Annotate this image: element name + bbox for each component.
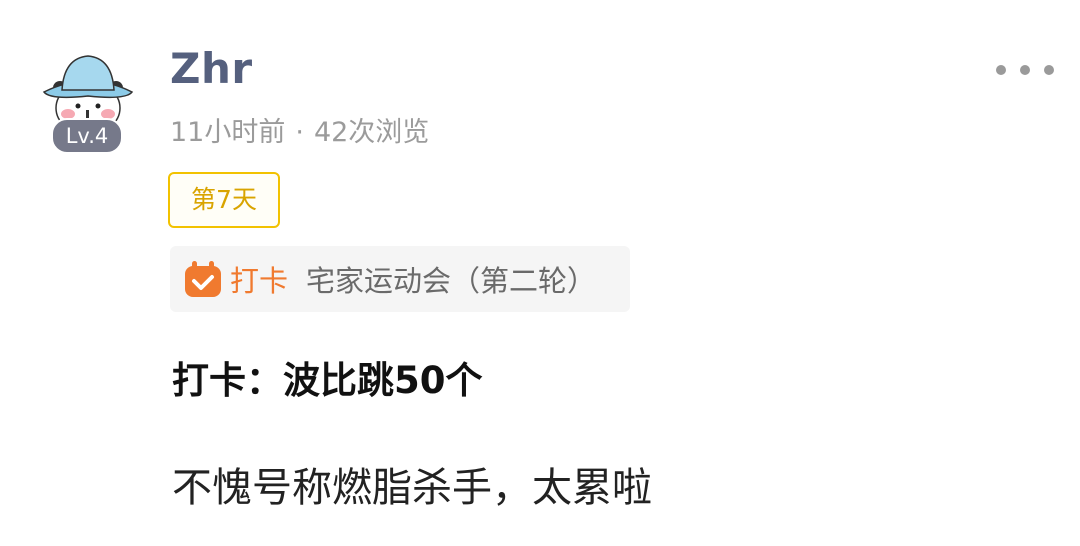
day-tag: 第7天 [168, 172, 280, 228]
post-body: 不愧号称燃脂杀手，太累啦 [172, 465, 652, 511]
checkin-activity-chip[interactable]: 打卡 宅家运动会（第二轮） [170, 246, 631, 312]
view-count: 42次浏览 [313, 117, 430, 148]
checkin-activity-name: 宅家运动会（第二轮） [306, 264, 597, 298]
meta-separator: · [295, 117, 304, 148]
post-meta: 11小时前 · 42次浏览 [170, 110, 429, 149]
post-title: 打卡：波比跳50个 [172, 359, 483, 402]
more-horizontal-icon [996, 65, 1006, 75]
author-name[interactable]: Zhr [170, 44, 253, 93]
more-options-button[interactable] [996, 58, 1054, 82]
avatar-container[interactable]: Lv.4 [30, 40, 142, 154]
level-badge: Lv.4 [51, 118, 123, 154]
more-horizontal-icon-dot [1020, 65, 1030, 75]
checkin-label: 打卡 [230, 264, 289, 298]
post-time: 11小时前 [170, 117, 286, 148]
calendar-check-icon [185, 261, 221, 297]
more-horizontal-icon-dot [1044, 65, 1054, 75]
